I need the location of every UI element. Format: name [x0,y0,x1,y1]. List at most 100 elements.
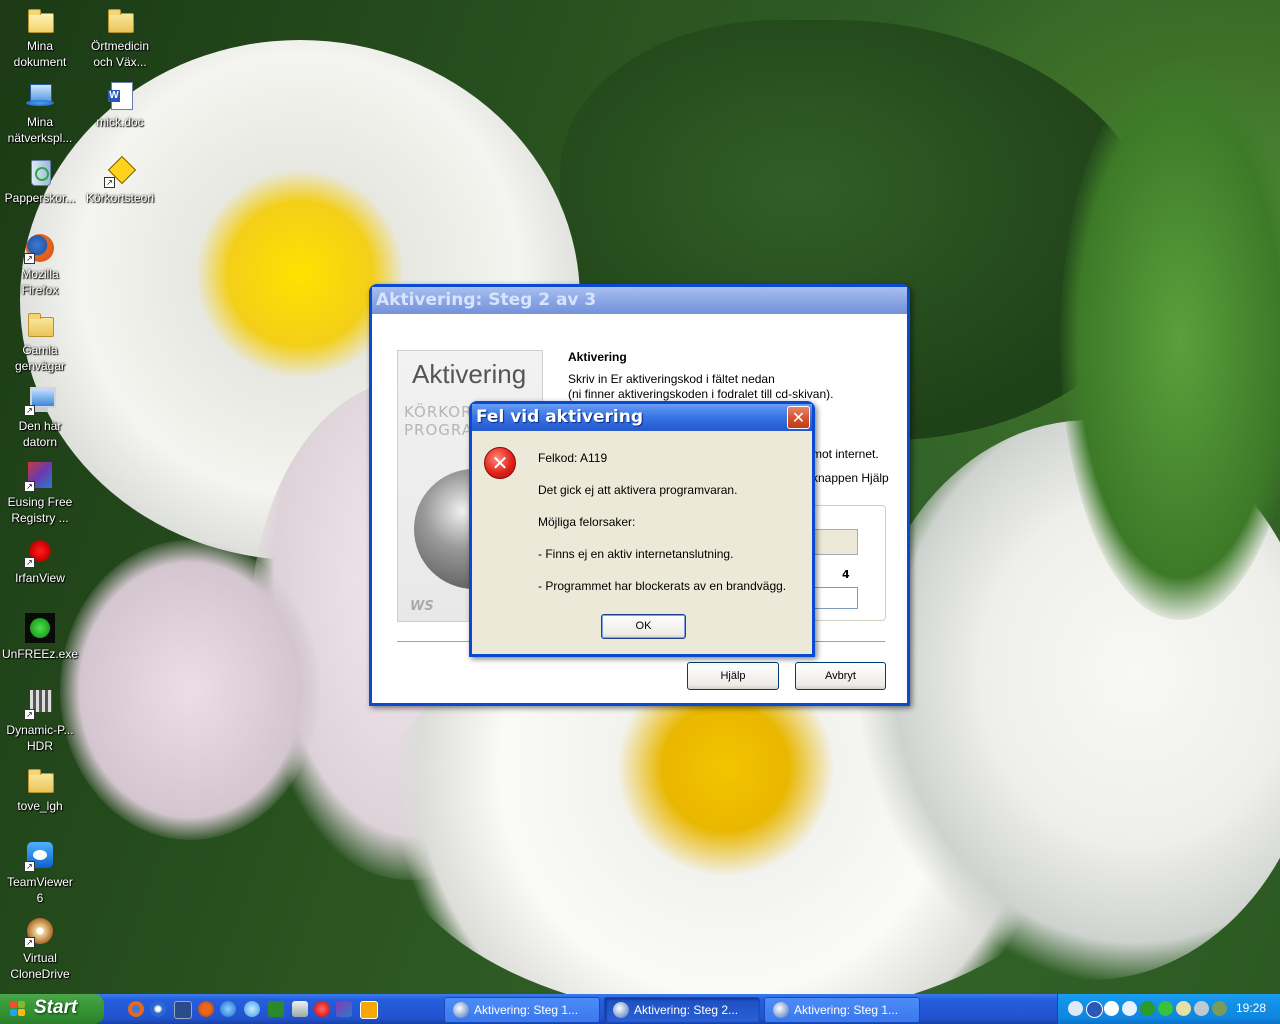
desktop-icon-my-documents[interactable]: Mina dokument [2,4,78,70]
instruction-partial-2: knappen Hjälp [812,471,889,485]
taskbar-task[interactable]: Aktivering: Steg 1... [444,997,600,1023]
firefox-icon: ↗ [24,232,56,264]
tray-misc-icon[interactable] [1212,1001,1227,1016]
desktop-icon-label: Örtmedicin och Väx... [90,39,149,69]
tray-clock[interactable]: 19:28 [1236,1001,1266,1015]
cancel-button[interactable]: Avbryt [795,662,886,690]
windows-logo-icon [10,1001,26,1017]
tray-network-icon[interactable] [1086,1001,1103,1018]
desktop-icon-label: Papperskor... [4,191,76,205]
desktop-icon-firefox[interactable]: ↗ Mozilla Firefox [2,232,78,298]
instruction-line-1: Skriv in Er aktiveringskod i fältet neda… [568,372,775,386]
tray-security-icon[interactable] [1140,1001,1155,1016]
desktop-icon-ortmedicin[interactable]: Örtmedicin och Väx... [82,4,158,70]
desktop[interactable]: Mina dokument Mina nätverkspl... Pappers… [0,0,1280,994]
desktop-icon-irfanview[interactable]: ↗ IrfanView [2,536,78,586]
desktop-icon-label: Gamla genvägar [14,343,66,373]
tray-update-icon[interactable] [1122,1001,1137,1016]
desktop-icon-label: Eusing Free Registry ... [7,495,73,525]
help-button[interactable]: Hjälp [687,662,779,690]
causes-heading: Möjliga felorsaker: [538,515,636,529]
desktop-icon-teamviewer[interactable]: ↗ TeamViewer 6 [2,840,78,906]
system-tray: 19:28 [1057,994,1280,1024]
instruction-partial-1: mot internet. [812,447,879,461]
dialog-title: Fel vid aktivering [476,407,644,427]
app-icon [613,1002,629,1018]
desktop-icon-label: IrfanView [15,571,65,585]
virtual-clonedrive-icon: ↗ [24,916,56,948]
desktop-icon-unfreez[interactable]: UnFREEz.exe [2,612,78,662]
ok-button[interactable]: OK [601,614,686,639]
task-label: Aktivering: Steg 1... [794,1003,899,1017]
my-computer-icon: ↗ [24,384,56,416]
start-button[interactable]: Start [0,994,104,1024]
tray-clock-icon[interactable] [1104,1001,1119,1016]
recycle-bin-icon [24,156,56,188]
network-places-icon [24,80,56,112]
activation-window-titlebar[interactable]: Aktivering: Steg 2 av 3 [372,287,907,314]
activation-heading: Aktivering [568,350,627,364]
desktop-icon-virtual-clonedrive[interactable]: ↗ Virtual CloneDrive [2,916,78,982]
desktop-icon-gamla-genvagar[interactable]: Gamla genvägar [2,308,78,374]
my-documents-icon [24,4,56,36]
desktop-icon-network-places[interactable]: Mina nätverkspl... [2,80,78,146]
app-icon [773,1002,789,1018]
desktop-icon-eusing-registry[interactable]: ↗ Eusing Free Registry ... [2,460,78,526]
desktop-icon-tove-lgh[interactable]: tove_lgh [2,764,78,814]
desktop-icon-label: mick.doc [96,115,144,129]
instruction-line-2: (ni finner aktiveringskoden i fodralet t… [568,387,834,401]
wallpaper-petal [60,540,320,840]
quick-launch-media-player-icon[interactable] [150,1001,166,1017]
desktop-icon-my-computer[interactable]: ↗ Den här datorn [2,384,78,450]
quick-launch-ie2-icon[interactable] [244,1001,260,1017]
registry-cleaner-icon: ↗ [24,460,56,492]
quick-launch-purple-icon[interactable] [336,1001,352,1017]
taskbar-task[interactable]: Aktivering: Steg 2... [604,997,760,1023]
folder-icon [104,4,136,36]
quick-launch-firefox-icon[interactable] [128,1001,144,1017]
desktop-icon-dynamic-hdr[interactable]: ↗ Dynamic-P... HDR [2,688,78,754]
task-label: Aktivering: Steg 1... [474,1003,579,1017]
task-label: Aktivering: Steg 2... [634,1003,739,1017]
error-dialog-titlebar[interactable]: Fel vid aktivering [472,404,812,431]
desktop-icon-label: Mina nätverkspl... [7,115,73,145]
desktop-icon-label: Mina dokument [13,39,67,69]
close-icon[interactable]: ✕ [787,406,810,429]
quick-launch-firefox2-icon[interactable] [198,1001,214,1017]
window-title: Aktivering: Steg 2 av 3 [376,290,597,310]
quick-launch-network-icon[interactable] [268,1001,284,1017]
cause-1: - Finns ej en aktiv internetanslutning. [538,547,734,561]
tray-antivirus-icon[interactable] [1158,1001,1173,1016]
quick-launch-ie-icon[interactable] [220,1001,236,1017]
quick-launch-tool-icon[interactable] [292,1001,308,1017]
folder-icon [24,764,56,796]
desktop-icon-label: tove_lgh [17,799,63,813]
banner-logo: WS [410,599,434,614]
quick-launch-outlook-icon[interactable] [360,1001,378,1019]
desktop-icon-mick-doc[interactable]: W mick.doc [82,80,158,130]
quick-launch-red-icon[interactable] [314,1001,330,1017]
folder-icon [24,308,56,340]
irfanview-icon: ↗ [24,536,56,568]
cause-2: - Programmet har blockerats av en brandv… [538,579,787,593]
error-code: Felkod: A119 [538,451,608,465]
desktop-icon-label: Mozilla Firefox [21,267,59,297]
taskbar: Start Aktivering: Steg 1... Aktivering: … [0,994,1280,1024]
tray-sync-icon[interactable] [1068,1001,1083,1016]
desktop-icon-label: UnFREEz.exe [2,647,79,661]
error-message: Det gick ej att aktivera programvaran. [538,483,738,497]
shortcut-diamond-icon: ↗ [104,155,137,188]
desktop-icon-label: Körkortsteori [85,191,155,205]
taskbar-task[interactable]: Aktivering: Steg 1... [764,997,920,1023]
error-dialog[interactable]: Fel vid aktivering ✕ ✕ Felkod: A119 Det … [469,401,815,657]
error-x-icon: ✕ [484,447,516,479]
tray-app-icon[interactable] [1176,1001,1191,1016]
desktop-icon-label: Virtual CloneDrive [10,951,70,981]
quick-launch-app-icon[interactable] [174,1001,192,1019]
start-label: Start [34,997,78,1018]
desktop-icon-label: Den här datorn [18,419,62,449]
desktop-icon-korkortsteori[interactable]: ↗ Körkortsteori [82,155,158,206]
desktop-icon-recycle-bin[interactable]: Papperskor... [2,156,78,206]
tray-volume-icon[interactable] [1194,1001,1209,1016]
hdr-icon: ↗ [24,688,56,720]
